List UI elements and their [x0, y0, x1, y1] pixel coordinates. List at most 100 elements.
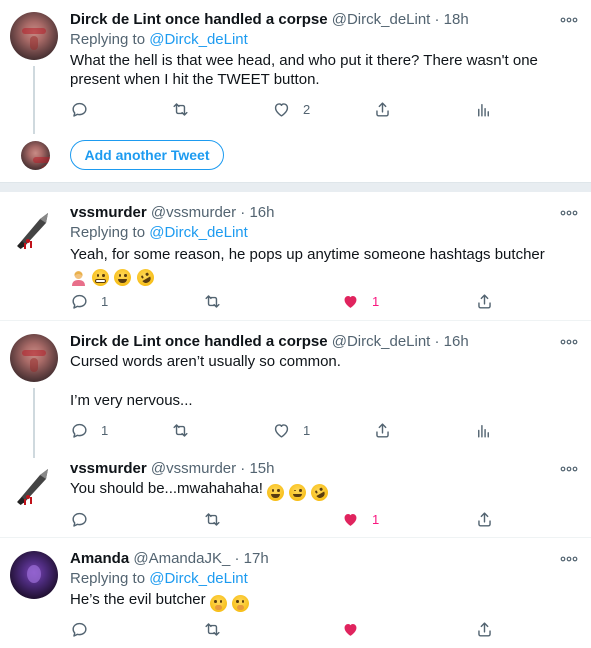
tweet-header: vssmurder @vssmurder · 15h — [70, 459, 275, 479]
analytics-icon — [478, 424, 489, 438]
retweet-icon — [173, 423, 188, 437]
more-options-icon[interactable] — [559, 334, 579, 350]
tweet-divider — [0, 537, 591, 538]
thread-line — [33, 66, 35, 134]
emoji-row — [267, 480, 332, 504]
share-button[interactable] — [475, 508, 494, 530]
reply-button[interactable]: 1 — [70, 419, 108, 441]
retweet-button[interactable] — [171, 419, 190, 441]
tweet-1[interactable]: Dirck de Lint once handled a corpse @Dir… — [0, 10, 591, 134]
like-count: 1 — [372, 511, 380, 527]
tweet-text: What the hell is that wee head, and who … — [70, 51, 575, 89]
hand-over-mouth-emoji — [231, 594, 249, 612]
tweet-actions: 1 — [70, 508, 575, 530]
share-button[interactable] — [373, 419, 392, 441]
reply-button[interactable] — [70, 508, 89, 530]
replying-prefix: Replying to — [70, 31, 150, 48]
retweet-button[interactable] — [203, 290, 222, 312]
tweet-text-line: I’m very nervous... — [70, 392, 193, 409]
reply-icon — [72, 102, 87, 117]
display-name[interactable]: Dirck de Lint once handled a corpse — [70, 11, 328, 28]
handle-time[interactable]: @vssmurder · 16h — [151, 204, 275, 221]
display-name[interactable]: vssmurder — [70, 204, 147, 221]
tweet-3[interactable]: Dirck de Lint once handled a corpse @Dir… — [0, 332, 591, 458]
like-button[interactable]: 1 — [341, 508, 379, 530]
retweet-icon — [205, 294, 220, 308]
replying-to-link[interactable]: @Dirck_deLint — [149, 570, 248, 587]
handle-time[interactable]: @Dirck_deLint · 16h — [332, 333, 469, 350]
heart-outline-icon — [274, 102, 289, 117]
analytics-button[interactable] — [474, 419, 493, 441]
share-icon — [478, 293, 491, 309]
tweet-actions: 1 1 — [70, 290, 575, 312]
handle-time[interactable]: @AmandaJK_ · 17h — [133, 550, 268, 567]
like-button[interactable] — [341, 618, 360, 640]
tweet-4[interactable]: vssmurder @vssmurder · 15h You should be… — [0, 459, 591, 534]
rolling-on-floor-laughing-emoji — [308, 480, 332, 504]
hand-over-mouth-emoji — [209, 594, 227, 612]
tweet-header: Dirck de Lint once handled a corpse @Dir… — [70, 332, 469, 352]
handle-time[interactable]: @Dirck_deLint · 18h — [332, 11, 469, 28]
retweet-button[interactable] — [203, 508, 222, 530]
avatar[interactable] — [10, 461, 58, 509]
tweet-actions: 2 — [70, 98, 575, 120]
reply-count: 1 — [101, 422, 109, 438]
avatar[interactable] — [10, 12, 58, 60]
tweet-text-line: You should be...mwahahaha! — [70, 480, 263, 497]
avatar[interactable] — [10, 205, 58, 253]
heart-filled-icon — [344, 295, 357, 308]
handle-time[interactable]: @vssmurder · 15h — [151, 460, 275, 477]
reply-button[interactable] — [70, 618, 89, 640]
tweet-header: Amanda @AmandaJK_ · 17h — [70, 549, 269, 569]
reply-icon — [72, 294, 87, 309]
tweet-text-line: Cursed words aren’t usually so common. — [70, 353, 341, 370]
tweet-text-line: Yeah, for some reason, he pops up anytim… — [70, 246, 545, 263]
share-icon — [376, 101, 389, 117]
add-another-tweet-button[interactable]: Add another Tweet — [70, 140, 224, 170]
tweet-text-line: present when I hit the TWEET button. — [70, 71, 320, 88]
tweet-text-line: What the hell is that wee head, and who … — [70, 52, 538, 69]
share-button[interactable] — [475, 290, 494, 312]
like-button[interactable]: 1 — [341, 290, 379, 312]
reply-button[interactable] — [70, 98, 89, 120]
retweet-button[interactable] — [203, 618, 222, 640]
tweet-5[interactable]: Amanda @AmandaJK_ · 17h Replying to @Dir… — [0, 549, 591, 644]
display-name[interactable]: Dirck de Lint once handled a corpse — [70, 333, 328, 350]
retweet-button[interactable] — [171, 98, 190, 120]
like-button[interactable]: 1 — [272, 419, 310, 441]
like-count: 1 — [372, 293, 380, 309]
retweet-icon — [173, 102, 188, 116]
reply-count: 1 — [101, 293, 109, 309]
avatar[interactable] — [10, 551, 58, 599]
tweet-divider — [0, 320, 591, 321]
heart-outline-icon — [274, 423, 289, 438]
more-options-icon[interactable] — [559, 551, 579, 567]
more-options-icon[interactable] — [559, 461, 579, 477]
section-divider — [0, 182, 591, 192]
avatar[interactable] — [10, 334, 58, 382]
analytics-button[interactable] — [474, 98, 493, 120]
more-options-icon[interactable] — [559, 12, 579, 28]
reply-button[interactable]: 1 — [70, 290, 108, 312]
tweet-header: Dirck de Lint once handled a corpse @Dir… — [70, 10, 469, 30]
tweet-text: You should be...mwahahaha! — [70, 479, 575, 504]
rolling-on-floor-laughing-emoji — [133, 265, 157, 289]
bloody-knife-icon — [14, 213, 48, 251]
replying-prefix: Replying to — [70, 224, 150, 241]
share-icon — [478, 511, 491, 527]
grinning-sweat-emoji — [114, 268, 132, 286]
display-name[interactable]: Amanda — [70, 550, 129, 567]
more-options-icon[interactable] — [559, 205, 579, 221]
tweet-2[interactable]: vssmurder @vssmurder · 16h Replying to @… — [0, 203, 591, 318]
replying-to-link[interactable]: @Dirck_deLint — [149, 31, 248, 48]
share-button[interactable] — [475, 618, 494, 640]
like-button[interactable]: 2 — [272, 98, 310, 120]
share-button[interactable] — [373, 98, 392, 120]
reply-icon — [72, 512, 87, 527]
replying-to: Replying to @Dirck_deLint — [70, 30, 248, 50]
grimacing-face-emoji — [92, 268, 110, 286]
tweet-text: Yeah, for some reason, he pops up anytim… — [70, 245, 575, 289]
tweet-text: Cursed words aren’t usually so common. I… — [70, 352, 575, 410]
replying-to-link[interactable]: @Dirck_deLint — [149, 224, 248, 241]
display-name[interactable]: vssmurder — [70, 460, 147, 477]
